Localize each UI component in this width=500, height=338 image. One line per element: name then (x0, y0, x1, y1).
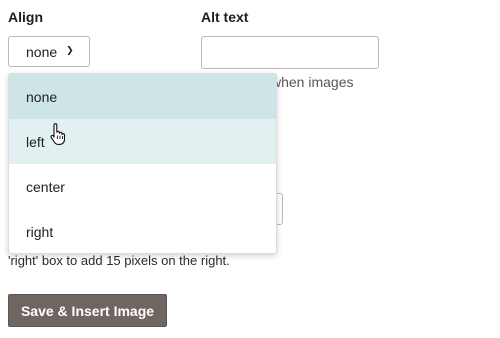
margin-help-text: 'right' box to add 15 pixels on the righ… (8, 253, 230, 268)
align-option-label: right (26, 223, 54, 240)
align-option-label: none (26, 88, 58, 105)
align-option-right[interactable]: right (9, 209, 276, 253)
alt-text-label: Alt text (201, 9, 249, 25)
alt-text-help-line2: . (250, 92, 500, 111)
align-label: Align (8, 9, 43, 25)
align-select[interactable]: none ❯ (8, 36, 90, 67)
align-option-none[interactable]: none (9, 74, 276, 119)
save-insert-image-button[interactable]: Save & Insert Image (8, 294, 167, 327)
align-option-center[interactable]: center (9, 164, 276, 209)
align-option-label: left (26, 133, 45, 150)
align-option-left[interactable]: left (9, 119, 276, 164)
align-dropdown-menu: none left center right (8, 73, 277, 254)
hand-pointer-icon (50, 123, 66, 145)
align-select-value: none (26, 43, 58, 60)
align-option-label: center (26, 178, 65, 195)
chevron-down-icon: ❯ (66, 45, 74, 55)
alt-text-help: ws when images . (250, 73, 500, 111)
alt-text-input[interactable] (201, 36, 379, 69)
